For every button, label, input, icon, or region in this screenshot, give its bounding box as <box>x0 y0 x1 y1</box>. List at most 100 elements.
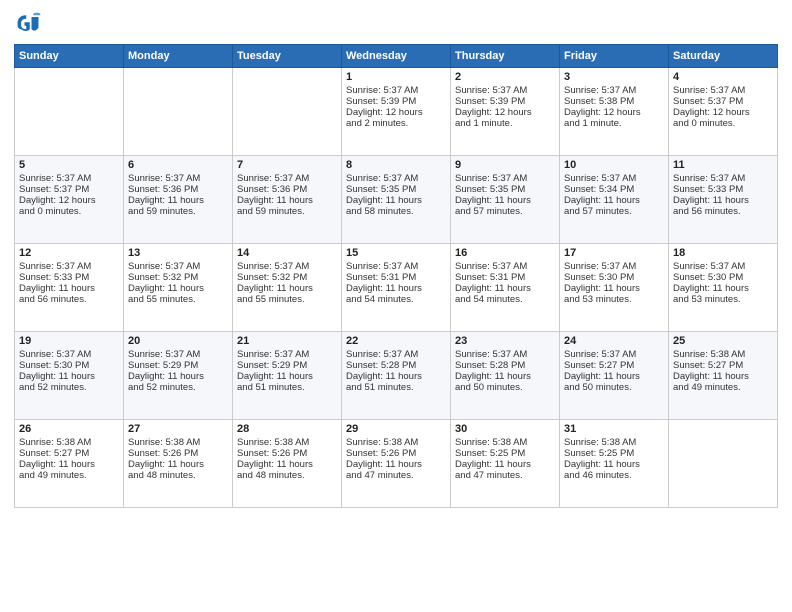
day-info: Sunset: 5:27 PM <box>19 448 119 459</box>
day-number: 20 <box>128 335 228 347</box>
day-info: Daylight: 11 hours <box>346 371 446 382</box>
day-info: and 56 minutes. <box>673 206 773 217</box>
day-info: and 48 minutes. <box>128 470 228 481</box>
day-info: Sunset: 5:39 PM <box>455 96 555 107</box>
day-info: Sunset: 5:35 PM <box>455 184 555 195</box>
day-info: Sunset: 5:27 PM <box>673 360 773 371</box>
day-info: Sunset: 5:27 PM <box>564 360 664 371</box>
day-info: Sunset: 5:29 PM <box>128 360 228 371</box>
calendar-container: SundayMondayTuesdayWednesdayThursdayFrid… <box>0 0 792 612</box>
logo <box>14 10 46 38</box>
calendar-cell: 3Sunrise: 5:37 AMSunset: 5:38 PMDaylight… <box>560 68 669 156</box>
day-info: Sunset: 5:26 PM <box>237 448 337 459</box>
day-info: and 1 minute. <box>564 118 664 129</box>
day-number: 6 <box>128 159 228 171</box>
day-info: Sunrise: 5:37 AM <box>455 85 555 96</box>
day-info: Sunset: 5:32 PM <box>237 272 337 283</box>
day-info: Sunset: 5:34 PM <box>564 184 664 195</box>
day-info: and 58 minutes. <box>346 206 446 217</box>
day-info: Daylight: 11 hours <box>237 195 337 206</box>
calendar-cell: 11Sunrise: 5:37 AMSunset: 5:33 PMDayligh… <box>669 156 778 244</box>
day-info: Sunrise: 5:38 AM <box>673 349 773 360</box>
day-info: Daylight: 11 hours <box>19 459 119 470</box>
day-info: Daylight: 11 hours <box>564 459 664 470</box>
day-info: Sunset: 5:28 PM <box>455 360 555 371</box>
day-info: Sunrise: 5:37 AM <box>564 349 664 360</box>
calendar-cell: 5Sunrise: 5:37 AMSunset: 5:37 PMDaylight… <box>15 156 124 244</box>
day-info: Sunrise: 5:37 AM <box>455 349 555 360</box>
day-number: 18 <box>673 247 773 259</box>
day-number: 9 <box>455 159 555 171</box>
calendar-cell: 23Sunrise: 5:37 AMSunset: 5:28 PMDayligh… <box>451 332 560 420</box>
day-info: Daylight: 11 hours <box>128 195 228 206</box>
day-info: Sunset: 5:31 PM <box>346 272 446 283</box>
day-info: Daylight: 11 hours <box>237 371 337 382</box>
day-info: Sunset: 5:33 PM <box>673 184 773 195</box>
calendar-cell: 4Sunrise: 5:37 AMSunset: 5:37 PMDaylight… <box>669 68 778 156</box>
day-info: Daylight: 11 hours <box>128 371 228 382</box>
day-info: Sunrise: 5:38 AM <box>346 437 446 448</box>
calendar-cell: 10Sunrise: 5:37 AMSunset: 5:34 PMDayligh… <box>560 156 669 244</box>
day-info: and 0 minutes. <box>673 118 773 129</box>
weekday-header-tuesday: Tuesday <box>233 45 342 68</box>
day-info: Sunrise: 5:38 AM <box>564 437 664 448</box>
day-number: 30 <box>455 423 555 435</box>
day-info: Sunset: 5:36 PM <box>128 184 228 195</box>
day-info: Daylight: 11 hours <box>19 371 119 382</box>
calendar-cell: 27Sunrise: 5:38 AMSunset: 5:26 PMDayligh… <box>124 420 233 508</box>
day-info: Sunrise: 5:38 AM <box>455 437 555 448</box>
calendar-cell: 1Sunrise: 5:37 AMSunset: 5:39 PMDaylight… <box>342 68 451 156</box>
day-number: 28 <box>237 423 337 435</box>
calendar-cell: 6 Sunrise: 5:37 AMSunset: 5:36 PMDaylight… <box>124 156 233 244</box>
day-info: Sunrise: 5:37 AM <box>128 173 228 184</box>
day-number: 27 <box>128 423 228 435</box>
day-info: and 59 minutes. <box>237 206 337 217</box>
day-info: Sunset: 5:29 PM <box>237 360 337 371</box>
day-info: Sunrise: 5:37 AM <box>564 173 664 184</box>
day-info: and 49 minutes. <box>673 382 773 393</box>
day-info: Sunrise: 5:37 AM <box>564 85 664 96</box>
calendar-cell: 13Sunrise: 5:37 AMSunset: 5:32 PMDayligh… <box>124 244 233 332</box>
day-info: Sunrise: 5:38 AM <box>19 437 119 448</box>
day-info: Daylight: 11 hours <box>455 283 555 294</box>
day-info: Sunrise: 5:37 AM <box>237 261 337 272</box>
day-info: and 1 minute. <box>455 118 555 129</box>
day-number: 16 <box>455 247 555 259</box>
day-info: and 55 minutes. <box>128 294 228 305</box>
day-info: Sunrise: 5:37 AM <box>237 173 337 184</box>
day-info: Sunrise: 5:38 AM <box>128 437 228 448</box>
weekday-header-sunday: Sunday <box>15 45 124 68</box>
day-info: and 47 minutes. <box>455 470 555 481</box>
calendar-cell <box>15 68 124 156</box>
day-number: 15 <box>346 247 446 259</box>
day-number: 11 <box>673 159 773 171</box>
calendar-cell: 20Sunrise: 5:37 AMSunset: 5:29 PMDayligh… <box>124 332 233 420</box>
calendar-cell: 22Sunrise: 5:37 AMSunset: 5:28 PMDayligh… <box>342 332 451 420</box>
day-number: 1 <box>346 71 446 83</box>
calendar-table: SundayMondayTuesdayWednesdayThursdayFrid… <box>14 44 778 508</box>
day-info: and 48 minutes. <box>237 470 337 481</box>
day-number: 14 <box>237 247 337 259</box>
day-info: Sunset: 5:30 PM <box>19 360 119 371</box>
day-number: 29 <box>346 423 446 435</box>
day-info: Sunrise: 5:37 AM <box>346 349 446 360</box>
day-info: Daylight: 12 hours <box>455 107 555 118</box>
day-info: Sunset: 5:26 PM <box>128 448 228 459</box>
day-info: Daylight: 11 hours <box>346 195 446 206</box>
day-info: Sunset: 5:30 PM <box>564 272 664 283</box>
day-info: and 51 minutes. <box>237 382 337 393</box>
day-number: 17 <box>564 247 664 259</box>
calendar-cell: 28Sunrise: 5:38 AMSunset: 5:26 PMDayligh… <box>233 420 342 508</box>
day-info: Sunrise: 5:37 AM <box>237 349 337 360</box>
weekday-header-saturday: Saturday <box>669 45 778 68</box>
calendar-week-row: 12Sunrise: 5:37 AMSunset: 5:33 PMDayligh… <box>15 244 778 332</box>
day-info: Sunset: 5:25 PM <box>455 448 555 459</box>
day-info: Daylight: 11 hours <box>237 459 337 470</box>
day-info: Sunrise: 5:37 AM <box>346 173 446 184</box>
day-info: Sunrise: 5:37 AM <box>673 261 773 272</box>
day-info: Sunrise: 5:37 AM <box>346 85 446 96</box>
calendar-cell: 2Sunrise: 5:37 AMSunset: 5:39 PMDaylight… <box>451 68 560 156</box>
weekday-header-row: SundayMondayTuesdayWednesdayThursdayFrid… <box>15 45 778 68</box>
day-info: Daylight: 11 hours <box>237 283 337 294</box>
day-info: Sunrise: 5:37 AM <box>19 349 119 360</box>
